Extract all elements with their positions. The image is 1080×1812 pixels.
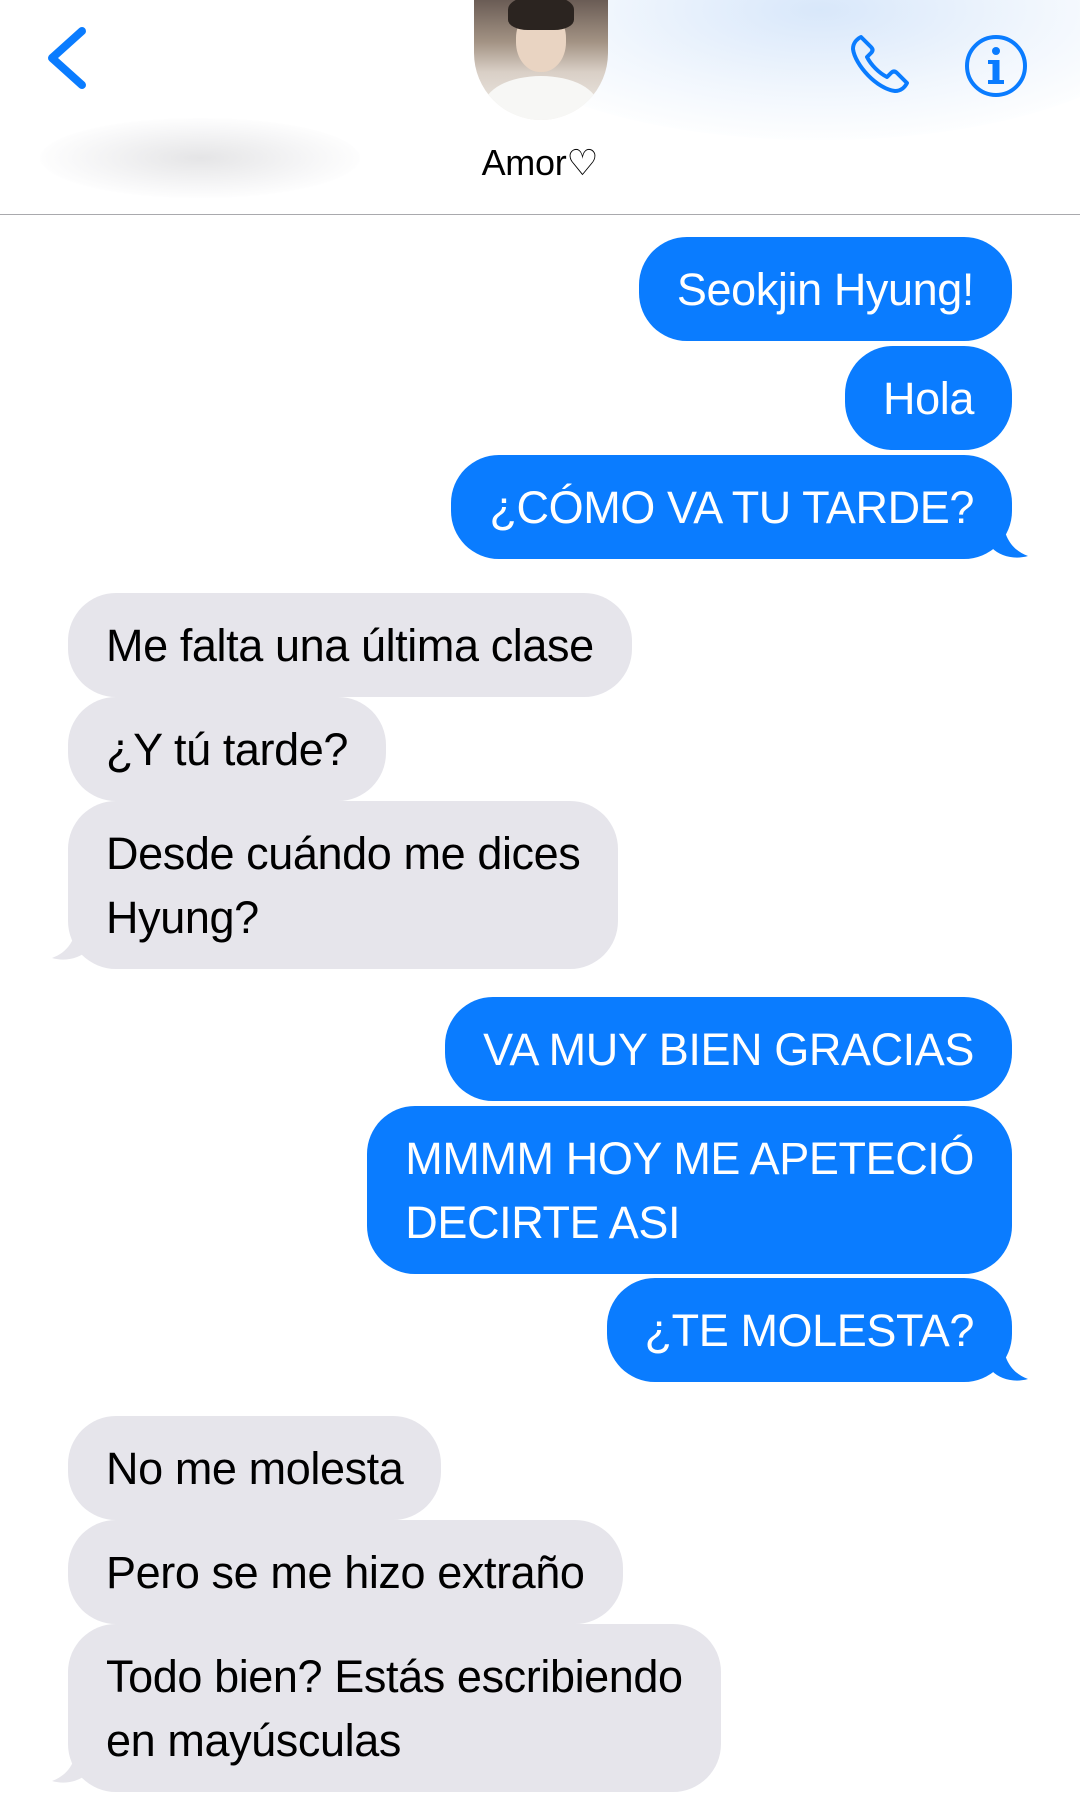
message-text: No me molesta <box>106 1443 404 1494</box>
message-text-line: MMMM HOY ME APETECIÓ <box>405 1133 974 1184</box>
chevron-left-icon <box>48 27 86 89</box>
message-text: Pero se me hizo extraño <box>106 1547 585 1598</box>
message-bubble-outgoing[interactable]: Hola <box>845 346 1012 450</box>
message-bubble-outgoing[interactable]: MMMM HOY ME APETECIÓ DECIRTE ASI <box>367 1106 1012 1274</box>
bubble-tail-outgoing <box>992 516 1028 558</box>
message-bubble-outgoing[interactable]: Seokjin Hyung! <box>638 237 1012 341</box>
message-bubble-incoming[interactable]: No me molesta <box>68 1416 442 1520</box>
message-text: ¿TE MOLESTA? <box>644 1305 975 1356</box>
contact-name[interactable]: Amor♡ <box>0 142 1080 184</box>
message-text: VA MUY BIEN GRACIAS <box>483 1024 974 1075</box>
back-button[interactable] <box>36 22 96 94</box>
message-text: Seokjin Hyung! <box>676 264 974 315</box>
message-bubble-incoming[interactable]: Desde cuándo me dices Hyung? <box>68 801 619 969</box>
avatar-shirt <box>484 76 598 120</box>
bubble-tail-outgoing <box>992 1339 1028 1381</box>
message-text-line: en mayúsculas <box>106 1715 401 1766</box>
info-icon <box>965 35 1027 97</box>
message-bubble-outgoing[interactable]: ¿TE MOLESTA? <box>606 1278 1012 1382</box>
info-button[interactable] <box>960 30 1032 102</box>
message-bubble-incoming[interactable]: Todo bien? Estás escribiendo en mayúscul… <box>68 1624 721 1792</box>
message-text-line: Hyung? <box>106 892 259 943</box>
message-text-line: DECIRTE ASI <box>405 1197 681 1248</box>
message-bubble-outgoing[interactable]: ¿CÓMO VA TU TARDE? <box>451 455 1012 559</box>
messages-screen: Amor♡ Seokjin Hyung! Hola ¿CÓMO VA TU TA… <box>0 0 1080 1812</box>
bubble-tail-incoming <box>52 1741 88 1783</box>
message-text-line: Desde cuándo me dices <box>106 828 581 879</box>
message-bubble-incoming[interactable]: Me falta una última clase <box>68 593 632 697</box>
message-text: Hola <box>883 373 974 424</box>
message-text: ¿Y tú tarde? <box>106 724 349 775</box>
message-bubble-outgoing[interactable]: VA MUY BIEN GRACIAS <box>445 997 1012 1101</box>
bubble-tail-incoming <box>52 918 88 960</box>
message-text: Me falta una última clase <box>106 620 594 671</box>
conversation-header: Amor♡ <box>0 0 1080 215</box>
message-bubble-incoming[interactable]: ¿Y tú tarde? <box>68 697 387 801</box>
phone-icon <box>851 35 909 93</box>
message-bubble-incoming[interactable]: Pero se me hizo extraño <box>68 1520 623 1624</box>
avatar-hair <box>508 0 574 30</box>
call-button[interactable] <box>842 26 918 102</box>
message-text-line: Todo bien? Estás escribiendo <box>106 1651 683 1702</box>
contact-avatar[interactable] <box>474 0 608 120</box>
message-text: ¿CÓMO VA TU TARDE? <box>489 482 974 533</box>
